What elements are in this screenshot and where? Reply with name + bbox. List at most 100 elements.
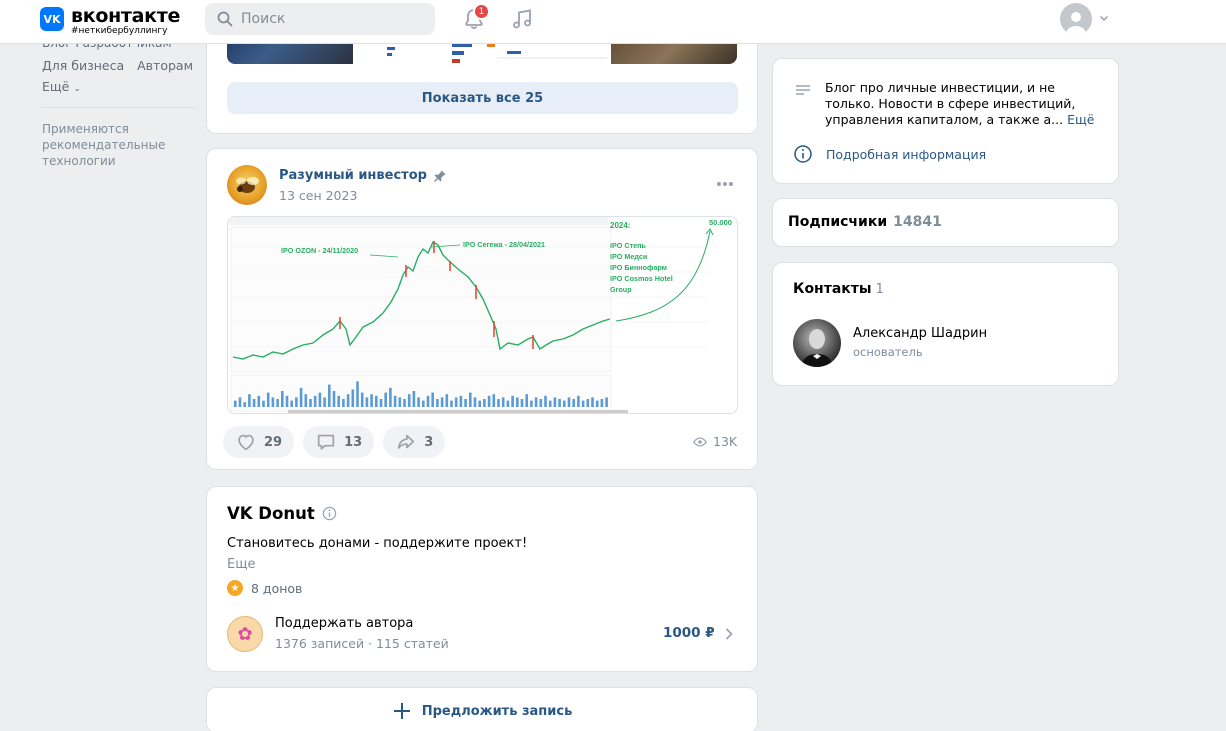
info-icon[interactable] [322, 506, 337, 521]
volume-bar [370, 394, 373, 407]
chevron-down-icon: ⌄ [73, 84, 81, 94]
pin-icon [433, 170, 446, 182]
volume-bar [506, 400, 510, 407]
suggest-post-button[interactable]: Предложить запись [207, 688, 757, 731]
comment-count: 13 [344, 434, 363, 450]
donut-donors: ★ 8 донов [227, 580, 302, 596]
user-avatar[interactable] [1060, 3, 1092, 35]
volume-bar [548, 400, 552, 407]
volume-bar [290, 400, 293, 407]
volume-bar [407, 394, 411, 407]
show-all-photos-button[interactable]: Показать все 25 [227, 82, 738, 114]
volume-bar [459, 395, 463, 407]
eye-icon [693, 436, 707, 447]
search-box[interactable] [205, 3, 435, 35]
volume-bar [403, 399, 406, 407]
text-lines-icon [796, 85, 810, 95]
author-avatar[interactable] [227, 165, 267, 205]
notification-badge: 1 [473, 3, 490, 20]
volume-bar [591, 397, 594, 407]
volume-bar [271, 397, 275, 407]
chart-label-ipo-ozon: IPO OZON - 24/11/2020 [281, 246, 358, 255]
footer-more-dropdown[interactable]: Ещё ⌄ [42, 79, 202, 94]
support-subtitle: 1376 записей · 115 статей [275, 636, 449, 651]
contacts-card: Контакты 1 Александр Шадрин основатель [772, 262, 1119, 386]
user-silhouette-icon [1066, 12, 1086, 35]
contact-avatar[interactable] [793, 319, 841, 367]
volume-bar [266, 392, 270, 407]
volume-bar [304, 394, 308, 407]
contact-name[interactable]: Александр Шадрин [853, 326, 987, 341]
music-icon[interactable] [510, 7, 534, 31]
chart-label-target: 50.000 [709, 218, 732, 227]
chart-label-ipo-list-item: IPO Cosmos Hotel [610, 274, 673, 283]
vk-logo[interactable]: VK вконтакте #неткибербуллингу [40, 7, 180, 36]
chevron-right-icon [725, 628, 733, 640]
volume-bar [600, 399, 604, 407]
bee-logo-icon [236, 177, 259, 193]
subscribers-label: Подписчики [788, 214, 888, 230]
contacts-title[interactable]: Контакты 1 [793, 281, 884, 297]
chevron-down-icon[interactable] [1098, 12, 1110, 24]
volume-bar [525, 394, 528, 407]
detailed-info-link[interactable]: Подробная информация [793, 144, 986, 164]
volume-bar [398, 397, 402, 407]
share-icon [398, 434, 415, 449]
donut-title: VK Donut [227, 504, 337, 523]
volume-bar [323, 397, 326, 407]
post-author-link[interactable]: Разумный инвестор [279, 168, 447, 183]
about-text: Блог про личные инвестиции, и не только.… [825, 80, 1076, 127]
recommendation-notice[interactable]: Применяются рекомендательные технологии [42, 121, 192, 169]
volume-bar [553, 397, 557, 407]
comment-button[interactable]: 13 [303, 426, 375, 458]
volume-bar [234, 400, 237, 407]
support-price: 1000 ₽ [663, 625, 715, 641]
volume-bar [356, 381, 359, 407]
volume-bar [581, 400, 585, 407]
nav-divider [42, 107, 197, 108]
volume-bar [483, 399, 486, 407]
chart-label-year: 2024: [610, 221, 630, 230]
heart-icon [238, 434, 254, 451]
star-icon: ★ [227, 580, 243, 596]
vk-logo-icon: VK [40, 7, 64, 31]
share-button[interactable]: 3 [383, 426, 446, 458]
volume-bar [276, 399, 279, 407]
views-counter: 13K [693, 434, 737, 449]
donut-more-link[interactable]: Еще [227, 557, 255, 572]
top-header: VK вконтакте #неткибербуллингу 1 [0, 0, 1226, 44]
volume-bar [318, 392, 322, 407]
volume-bar [487, 395, 491, 407]
post-date[interactable]: 13 сен 2023 [279, 188, 357, 203]
suggest-post-label: Предложить запись [421, 703, 573, 719]
subscribers-card[interactable]: Подписчики 14841 [772, 198, 1119, 247]
chart-label-ipo-list-item: Group [610, 285, 632, 294]
volume-bar [436, 399, 439, 407]
volume-bar [605, 397, 608, 407]
left-footer-nav: Блог Разработчикам Для бизнеса Авторам Е… [42, 36, 202, 94]
footer-link-business[interactable]: Для бизнеса [42, 58, 124, 73]
support-author-row[interactable]: ✿ Поддержать автора 1376 записей · 115 с… [227, 615, 738, 655]
volume-bar [440, 397, 444, 407]
donut-flower-icon: ✿ [227, 616, 263, 652]
like-button[interactable]: 29 [223, 426, 295, 458]
more-options-icon[interactable] [715, 177, 735, 191]
search-input[interactable] [241, 11, 421, 27]
volume-bar [384, 392, 387, 407]
volume-bar [360, 392, 364, 407]
volume-bar [586, 399, 590, 407]
post-chart-image[interactable]: IPO OZON - 24/11/2020 IPO Сегежа - 28/04… [227, 216, 738, 414]
footer-link-authors[interactable]: Авторам [137, 58, 193, 73]
about-more-link[interactable]: Ещё [1067, 112, 1094, 127]
volume-bar [558, 399, 561, 407]
footer-more-label: Ещё [42, 79, 70, 94]
volume-bar [337, 395, 340, 407]
volume-bar [313, 395, 317, 407]
volume-bar [257, 395, 261, 407]
volume-bar [445, 394, 449, 407]
volume-bar [417, 397, 420, 407]
chart-label-ipo-list-item: IPO Степь [610, 241, 646, 250]
volume-bar [389, 387, 392, 407]
volume-bar [412, 391, 416, 407]
volume-bar [351, 389, 355, 407]
